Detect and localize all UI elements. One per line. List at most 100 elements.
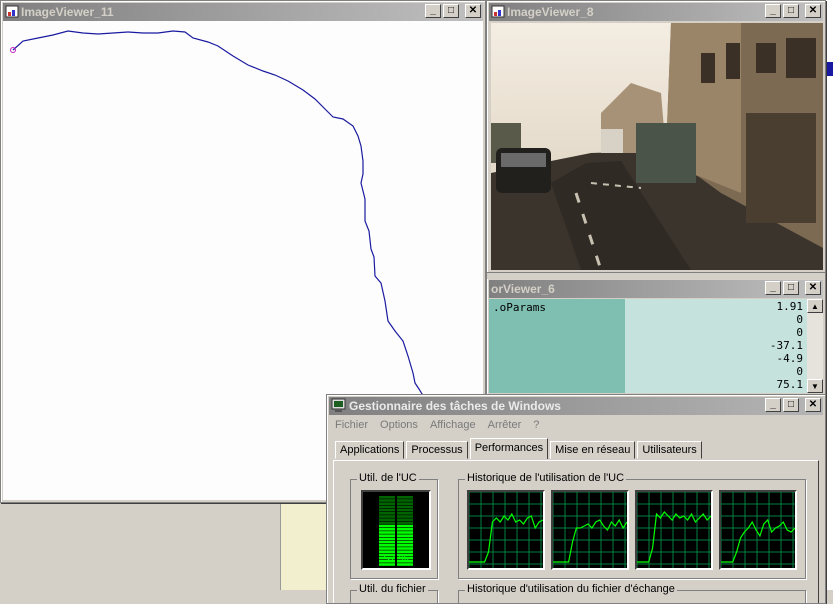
minimize-button[interactable]: _ [765, 281, 781, 295]
cpu-history-graph-1 [467, 490, 545, 570]
cpu-meter-segment [379, 524, 395, 528]
minimize-icon: _ [770, 5, 776, 16]
cpu-meter-segment [379, 499, 395, 502]
close-button[interactable]: ✕ [805, 398, 821, 412]
cpu-meter-segment [379, 515, 395, 518]
vectorviewer-6-titlebar[interactable]: orViewer_6 _ □ ✕ [489, 280, 823, 298]
imageviewer-11-titlebar[interactable]: ImageViewer_11 _ □ ✕ [3, 3, 483, 21]
window-top-strip [487, 273, 825, 279]
cpu-meter-segment [379, 528, 395, 531]
close-button[interactable]: ✕ [805, 281, 821, 295]
cpu-meter-segment [379, 505, 395, 509]
window-title: ImageViewer_8 [507, 5, 594, 19]
menu-help[interactable]: ? [533, 419, 539, 431]
minimize-icon: _ [430, 5, 436, 16]
cpu-meter-segment [379, 537, 395, 541]
cpu-history-graph-4 [719, 490, 797, 570]
cpu-meter-segment [379, 544, 395, 547]
tab-processus[interactable]: Processus [406, 441, 468, 459]
tab-strip: Applications Processus Performances Mise… [335, 438, 704, 459]
param-name: .oParams [493, 301, 546, 314]
cpu-usage-label: Util. de l'UC [357, 472, 419, 484]
window-title: ImageViewer_11 [21, 5, 114, 19]
cpu-history-graph-2 [551, 490, 629, 570]
tab-utilisateurs[interactable]: Utilisateurs [637, 441, 702, 459]
window-title: Gestionnaire des tâches de Windows [349, 399, 561, 413]
cpu-history-graph-3 [635, 490, 713, 570]
menu-affichage[interactable]: Affichage [430, 419, 476, 431]
param-value: 0 [796, 365, 803, 378]
pagefile-usage-group: Util. du fichier [350, 583, 438, 603]
maximize-button[interactable]: □ [443, 4, 459, 18]
pagefile-history-label: Historique d'utilisation du fichier d'éc… [465, 583, 677, 595]
close-icon: ✕ [468, 5, 478, 16]
imageviewer-8-titlebar[interactable]: ImageViewer_8 _ □ ✕ [489, 3, 823, 21]
cpu-meter-segment [397, 496, 413, 499]
cpu-meter-segment [397, 515, 413, 518]
camera-image [491, 23, 823, 270]
param-value: 1.91 [776, 300, 804, 313]
performances-panel: Util. de l'UC 57 % Historique de l'utili… [333, 460, 819, 603]
trajectory-line [12, 30, 434, 420]
close-button[interactable]: ✕ [465, 4, 481, 18]
vertical-scrollbar[interactable]: ▲ ▼ [807, 299, 823, 393]
param-values-column: 1.91 0 0 -37.1 -4.9 0 75.1 [625, 299, 807, 393]
minimize-button[interactable]: _ [765, 4, 781, 18]
close-icon: ✕ [808, 399, 818, 410]
cpu-meter-segment [397, 547, 413, 550]
cpu-meter-segment [397, 544, 413, 547]
close-icon: ✕ [808, 5, 818, 16]
vectorviewer-6-window[interactable]: orViewer_6 _ □ ✕ .oParams 1.91 0 0 -37.1… [486, 272, 826, 396]
close-button[interactable]: ✕ [805, 4, 821, 18]
cpu-history-group: Historique de l'utilisation de l'UC [458, 472, 806, 579]
cpu-meter-segment [397, 502, 413, 505]
cpu-history-line [721, 518, 795, 563]
minimize-button[interactable]: _ [425, 4, 441, 18]
maximize-button[interactable]: □ [783, 4, 799, 18]
street-scene [491, 23, 823, 270]
scroll-up-button[interactable]: ▲ [807, 299, 823, 313]
cpu-meter-segment [379, 531, 395, 534]
cpu-usage-meter: 57 % [361, 490, 431, 570]
cpu-meter-segment [397, 528, 413, 531]
tab-mise-en-reseau[interactable]: Mise en réseau [550, 441, 636, 459]
task-manager-titlebar[interactable]: Gestionnaire des tâches de Windows _ □ ✕ [329, 397, 823, 415]
menu-fichier[interactable]: Fichier [335, 419, 368, 431]
app-icon [5, 5, 19, 18]
minimize-icon: _ [770, 282, 776, 293]
params-table: .oParams 1.91 0 0 -37.1 -4.9 0 75.1 ▲ ▼ [489, 299, 823, 393]
arrow-down-icon: ▼ [811, 381, 819, 391]
param-name-column: .oParams [489, 299, 625, 393]
pagefile-history-group: Historique d'utilisation du fichier d'éc… [458, 583, 806, 603]
maximize-button[interactable]: □ [783, 398, 799, 412]
tab-applications[interactable]: Applications [335, 441, 405, 459]
cpu-meter-segment [397, 521, 413, 525]
desktop-accent [826, 62, 833, 76]
imageviewer-8-window[interactable]: ImageViewer_8 _ □ ✕ [486, 0, 826, 275]
scroll-down-button[interactable]: ▼ [807, 379, 823, 393]
minimize-button[interactable]: _ [765, 398, 781, 412]
param-value: 75.1 [776, 378, 804, 391]
tab-performances[interactable]: Performances [469, 438, 549, 459]
cpu-meter-segment [379, 540, 395, 544]
cpu-meter-segment [379, 534, 395, 537]
cpu-meter-segment [379, 521, 395, 525]
cpu-meter-segment [397, 512, 413, 515]
task-manager-window[interactable]: Gestionnaire des tâches de Windows _ □ ✕… [326, 394, 826, 604]
maximize-button[interactable]: □ [783, 281, 799, 295]
cpu-meter-segment [397, 540, 413, 544]
cpu-meter-segment [397, 505, 413, 509]
maximize-icon: □ [787, 399, 795, 410]
cpu-usage-group: Util. de l'UC 57 % [350, 472, 438, 579]
maximize-icon: □ [787, 5, 795, 16]
maximize-icon: □ [447, 5, 455, 16]
arrow-up-icon: ▲ [811, 301, 819, 311]
cpu-history-line [553, 518, 627, 563]
cpu-meter-segment [397, 537, 413, 541]
menu-arreter[interactable]: Arrêter [488, 419, 522, 431]
param-value: -37.1 [769, 339, 803, 352]
cpu-meter-segment [379, 508, 395, 512]
cpu-meter-segment [397, 534, 413, 537]
menu-options[interactable]: Options [380, 419, 418, 431]
cpu-history-line [469, 512, 543, 563]
